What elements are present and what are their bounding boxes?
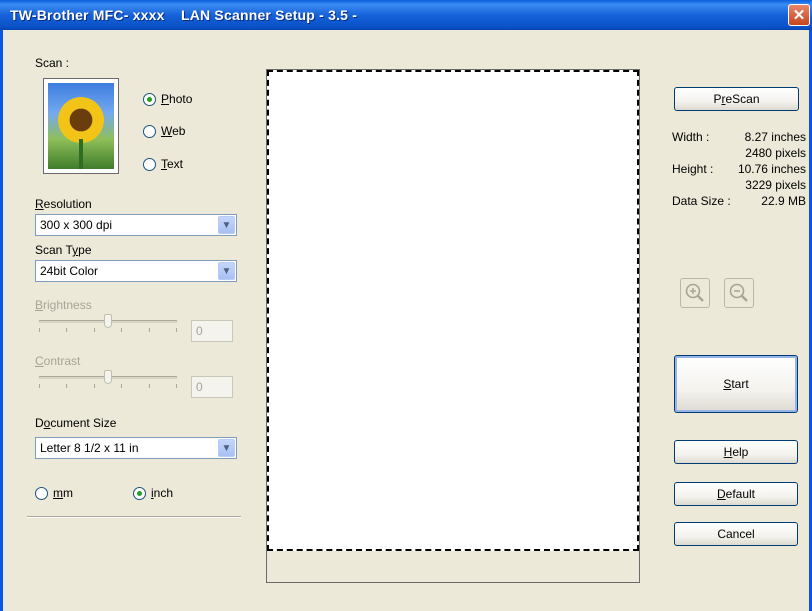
height-pixels: 3229 pixels [745, 178, 806, 192]
chevron-down-icon[interactable]: ▼ [218, 439, 235, 457]
unit-mm-radio[interactable]: mm [35, 486, 73, 500]
brightness-slider[interactable] [39, 314, 177, 332]
scan-photo-radio[interactable]: Photo [143, 92, 192, 106]
default-button[interactable]: Default [674, 482, 798, 506]
resolution-select[interactable]: 300 x 300 dpi ▼ [35, 214, 237, 236]
height-label: Height : [672, 162, 714, 176]
resolution-label: Resolution [35, 197, 92, 211]
data-size-label: Data Size : [672, 194, 731, 208]
resolution-value: 300 x 300 dpi [40, 218, 113, 232]
contrast-slider[interactable] [39, 370, 177, 388]
divider [27, 516, 241, 518]
close-button[interactable]: ✕ [788, 4, 810, 26]
scan-web-radio[interactable]: Web [143, 124, 185, 138]
start-button[interactable]: Start [674, 355, 798, 413]
contrast-value: 0 [191, 376, 233, 398]
zoom-out-button[interactable] [724, 278, 754, 308]
chevron-down-icon[interactable]: ▼ [218, 216, 235, 234]
window-title: TW-Brother MFC- xxxx LAN Scanner Setup -… [10, 7, 358, 23]
scan-type-select[interactable]: 24bit Color ▼ [35, 260, 237, 282]
radio-dot [143, 157, 156, 171]
sunflower-image [48, 83, 114, 169]
slider-thumb[interactable] [104, 370, 112, 384]
scan-info: Width : 8.27 inches 2480 pixels Height :… [672, 129, 806, 209]
document-size-select[interactable]: Letter 8 1/2 x 11 in ▼ [35, 437, 237, 459]
scan-mode-thumbnail [43, 78, 119, 174]
height-value: 10.76 inches [737, 162, 806, 176]
preview-area[interactable] [266, 69, 640, 583]
radio-dot [133, 486, 146, 500]
scanner-dialog: TW-Brother MFC- xxxx LAN Scanner Setup -… [0, 0, 812, 611]
scan-area-selection[interactable] [267, 70, 639, 551]
unit-inch-radio[interactable]: inch [133, 486, 173, 500]
radio-dot [35, 486, 48, 500]
close-icon: ✕ [792, 7, 806, 24]
slider-thumb[interactable] [104, 314, 112, 328]
radio-dot [143, 124, 156, 138]
zoom-in-button[interactable] [680, 278, 710, 308]
data-size-value: 22.9 MB [761, 194, 806, 208]
chevron-down-icon[interactable]: ▼ [218, 262, 235, 280]
title-bar[interactable]: TW-Brother MFC- xxxx LAN Scanner Setup -… [0, 0, 812, 30]
width-pixels: 2480 pixels [745, 146, 806, 160]
brightness-value: 0 [191, 320, 233, 342]
scan-type-value: 24bit Color [40, 264, 99, 278]
zoom-in-icon [685, 283, 704, 302]
width-value: 8.27 inches [744, 130, 806, 144]
radio-dot [143, 92, 156, 106]
contrast-label: Contrast [35, 354, 81, 368]
document-size-value: Letter 8 1/2 x 11 in [40, 441, 139, 455]
cancel-button[interactable]: Cancel [674, 522, 798, 546]
prescan-button[interactable]: Pr eScan [674, 87, 799, 111]
help-button[interactable]: Help [674, 440, 798, 464]
scan-text-radio[interactable]: Text [143, 157, 183, 171]
scan-label: Scan : [35, 56, 70, 70]
document-size-label: Document Size [35, 416, 117, 430]
zoom-out-icon [729, 283, 748, 302]
brightness-label: Brightness [35, 298, 92, 312]
width-label: Width : [672, 130, 710, 144]
scan-type-label: Scan Type [35, 243, 92, 257]
